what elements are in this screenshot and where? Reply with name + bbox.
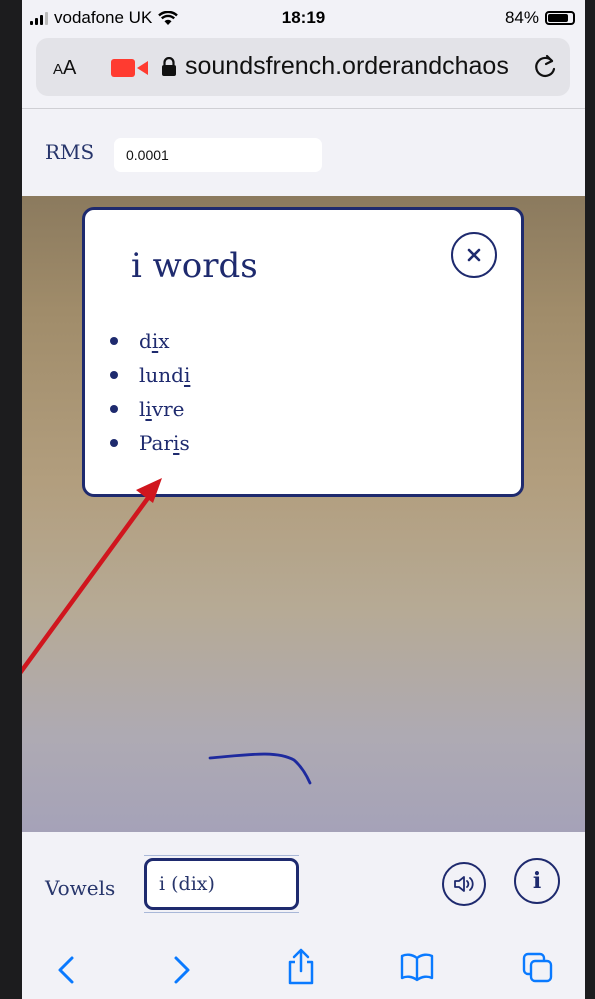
back-icon[interactable]: [56, 954, 76, 986]
phone-screen: vodafone UK 18:19 84% AA soundsfrench.or…: [22, 0, 585, 999]
clock: 18:19: [281, 8, 326, 27]
pitch-trace: [208, 752, 312, 785]
list-item: dix: [109, 324, 190, 358]
vowels-label: Vowels: [45, 876, 116, 900]
word-list: dix lundi livre Paris: [107, 324, 190, 460]
divider: [22, 108, 585, 109]
info-button[interactable]: i: [514, 858, 560, 904]
close-button[interactable]: [451, 232, 497, 278]
close-icon: [467, 248, 481, 262]
annotation-arrow: [22, 478, 162, 675]
play-sound-button[interactable]: [442, 862, 486, 906]
battery-icon: [545, 11, 575, 25]
words-popup: i words dix lundi livre Paris: [82, 207, 524, 497]
rms-label: RMS: [45, 140, 95, 164]
list-item: livre: [109, 392, 190, 426]
popup-title: i words: [131, 246, 258, 286]
tabs-icon[interactable]: [522, 952, 554, 984]
video-camera-icon[interactable]: [111, 59, 149, 77]
vowel-controls: Vowels i (dix) i: [22, 832, 585, 942]
rms-row: RMS: [22, 110, 585, 196]
list-item: lundi: [109, 358, 191, 392]
battery-status: 84%: [505, 8, 575, 28]
speaker-icon: [454, 876, 474, 892]
browser-toolbar: [22, 942, 585, 999]
list-item: Paris: [109, 426, 190, 460]
status-bar: vodafone UK 18:19 84%: [22, 0, 585, 34]
highlighted-letter: i: [183, 363, 191, 387]
info-icon: i: [532, 868, 542, 894]
text-size-button[interactable]: AA: [53, 57, 76, 80]
forward-icon[interactable]: [172, 954, 192, 986]
address-bar[interactable]: AA soundsfrench.orderandchaos: [36, 38, 570, 96]
url-text[interactable]: soundsfrench.orderandchaos: [185, 52, 521, 81]
reload-icon[interactable]: [532, 52, 558, 80]
share-icon[interactable]: [286, 948, 316, 986]
bookmarks-icon[interactable]: [400, 952, 434, 982]
rms-input[interactable]: [114, 138, 322, 172]
lock-icon: [162, 57, 176, 76]
battery-percent: 84%: [504, 8, 539, 27]
vowel-select[interactable]: i (dix): [144, 855, 299, 913]
